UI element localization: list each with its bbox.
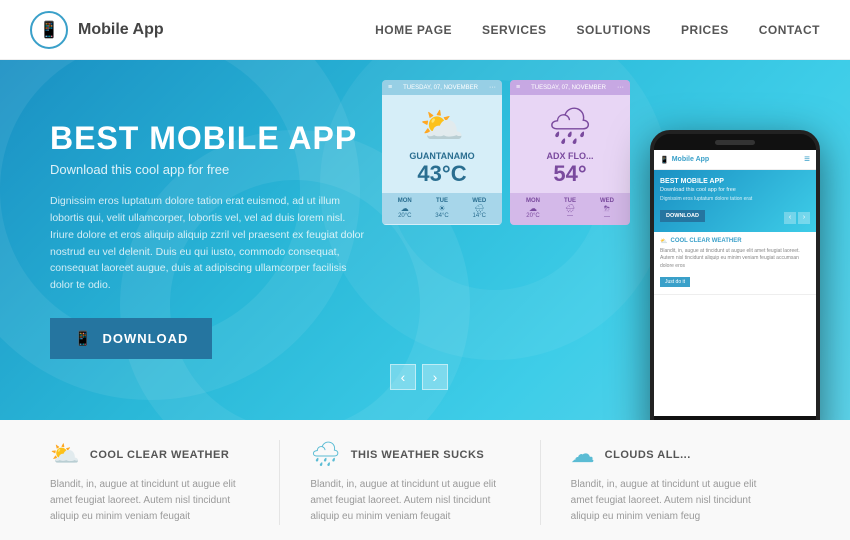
hero-subtitle: Download this cool app for free	[50, 162, 370, 177]
screen-logo: 📱 Mobile App	[660, 156, 709, 164]
screen-feature-icon: ⛅	[660, 238, 667, 245]
feature-desc-2: Blandit, in, augue at tincidunt ut augue…	[310, 477, 509, 525]
prev-arrow-button[interactable]: ‹	[390, 364, 416, 390]
card2-footer: MON ☁ 20°C TUE 🌧 — WED ⛈ —	[510, 193, 630, 225]
card2-temp: 54°	[510, 161, 630, 193]
nav-solutions[interactable]: SOLUTIONS	[577, 23, 652, 37]
screen-feature-text: Blandit, in, augue at tincidunt ut augue…	[660, 248, 810, 271]
screen-header: 📱 Mobile App ≡	[654, 150, 816, 170]
phone-notch	[654, 134, 816, 150]
feature-item-1: ⛅ COOL CLEAR WEATHER Blandit, in, augue …	[50, 440, 280, 525]
card1-day2: TUE ☀ 34°C	[435, 198, 448, 219]
phone-icon: 📱	[74, 330, 92, 347]
logo-text: Mobile App	[78, 21, 164, 39]
screen-hero-desc: Dignissim eros luptatum dolore tation er…	[660, 196, 810, 204]
card2-date: TUESDAY, 07, NOVEMBER	[531, 85, 606, 91]
card1-city: GUANTANAMO	[382, 151, 502, 161]
hero-section: BEST MOBILE APP Download this cool app f…	[0, 60, 850, 420]
card2-day2: TUE 🌧 —	[564, 198, 576, 220]
feature-icon-3: ☁	[571, 440, 595, 469]
header: 📱 Mobile App HOME PAGE SERVICES SOLUTION…	[0, 0, 850, 60]
card2-city: ADX FLO...	[510, 151, 630, 161]
feature-title-2: THIS WEATHER SUCKS	[351, 449, 484, 461]
feature-item-2: 🌧 THIS WEATHER SUCKS Blandit, in, augue …	[310, 440, 540, 525]
feature-title-row-2: 🌧 THIS WEATHER SUCKS	[310, 440, 509, 469]
screen-menu-icon: ≡	[804, 154, 810, 165]
card1-day3: WED 🌧 14°C	[472, 198, 486, 219]
screen-next: ›	[798, 212, 810, 224]
card2-dots: ···	[617, 84, 624, 91]
screen-hero: BEST MOBILE APP Download this cool app f…	[654, 170, 816, 232]
card2-weather-icon: 🌧	[510, 95, 630, 151]
screen-logo-text: Mobile App	[672, 156, 709, 163]
download-button[interactable]: 📱 DOWNLOAD	[50, 318, 212, 359]
screen-hero-title: BEST MOBILE APP	[660, 178, 810, 185]
feature-icon-2: 🌧	[310, 440, 340, 469]
feature-desc-1: Blandit, in, augue at tincidunt ut augue…	[50, 477, 249, 525]
card2-menu-icon: ≡	[516, 84, 520, 91]
screen-feature-title: ⛅ COOL CLEAR WEATHER	[660, 238, 810, 245]
phone-screen: 📱 Mobile App ≡ BEST MOBILE APP Download …	[654, 150, 816, 416]
screen-download-btn: DOWNLOAD	[660, 210, 705, 222]
card1-temp: 43°C	[382, 161, 502, 193]
card1-weather-icon: ⛅	[382, 95, 502, 151]
weather-card-2: ≡ TUESDAY, 07, NOVEMBER ··· 🌧 ADX FLO...…	[510, 80, 630, 225]
card2-header: ≡ TUESDAY, 07, NOVEMBER ···	[510, 80, 630, 95]
feature-title-row-3: ☁ CLOUDS ALL...	[571, 440, 770, 469]
hero-description: Dignissim eros luptatum dolore tation er…	[50, 193, 370, 294]
big-phone-mockup: 📱 Mobile App ≡ BEST MOBILE APP Download …	[650, 130, 820, 420]
card1-day1: MON ☁ 20°C	[398, 198, 412, 219]
screen-hero-subtitle: Download this cool app for free	[660, 187, 810, 193]
card2-day3: WED ⛈ —	[600, 198, 614, 220]
screen-feature-btn: Just do it	[660, 277, 690, 287]
phone-bottom	[654, 416, 816, 420]
notch-bar	[715, 140, 755, 145]
feature-title-3: CLOUDS ALL...	[605, 449, 691, 461]
feature-title-1: COOL CLEAR WEATHER	[90, 449, 229, 461]
screen-prev: ‹	[784, 212, 796, 224]
download-label: DOWNLOAD	[102, 331, 188, 346]
feature-icon-1: ⛅	[50, 440, 80, 469]
nav-services[interactable]: SERVICES	[482, 23, 546, 37]
nav-prices[interactable]: PRICES	[681, 23, 729, 37]
hero-title: BEST MOBILE APP	[50, 121, 370, 156]
nav-contact[interactable]: CONTACT	[759, 23, 820, 37]
card1-menu-icon: ≡	[388, 84, 392, 91]
main-nav: HOME PAGE SERVICES SOLUTIONS PRICES CONT…	[375, 23, 820, 37]
card1-header: ≡ TUESDAY, 07, NOVEMBER ···	[382, 80, 502, 95]
hero-arrows: ‹ ›	[390, 364, 448, 390]
weather-card-1: ≡ TUESDAY, 07, NOVEMBER ··· ⛅ GUANTANAMO…	[382, 80, 502, 225]
screen-feature: ⛅ COOL CLEAR WEATHER Blandit, in, augue …	[654, 232, 816, 296]
card2-day1: MON ☁ 20°C	[526, 198, 540, 220]
feature-item-3: ☁ CLOUDS ALL... Blandit, in, augue at ti…	[571, 440, 800, 525]
logo-area: 📱 Mobile App	[30, 11, 375, 49]
card1-date: TUESDAY, 07, NOVEMBER	[403, 85, 478, 91]
features-section: ⛅ COOL CLEAR WEATHER Blandit, in, augue …	[0, 420, 850, 540]
feature-title-row-1: ⛅ COOL CLEAR WEATHER	[50, 440, 249, 469]
screen-logo-icon: 📱	[660, 156, 669, 164]
next-arrow-button[interactable]: ›	[422, 364, 448, 390]
hero-content: BEST MOBILE APP Download this cool app f…	[0, 121, 420, 359]
logo-icon: 📱	[30, 11, 68, 49]
phone-cards-container: ≡ TUESDAY, 07, NOVEMBER ··· ⛅ GUANTANAMO…	[382, 80, 630, 225]
card1-footer: MON ☁ 20°C TUE ☀ 34°C WED 🌧 14°C	[382, 193, 502, 224]
nav-home[interactable]: HOME PAGE	[375, 23, 452, 37]
feature-desc-3: Blandit, in, augue at tincidunt ut augue…	[571, 477, 770, 525]
screen-arrows: ‹ ›	[784, 212, 810, 224]
card1-dots: ···	[489, 84, 496, 91]
